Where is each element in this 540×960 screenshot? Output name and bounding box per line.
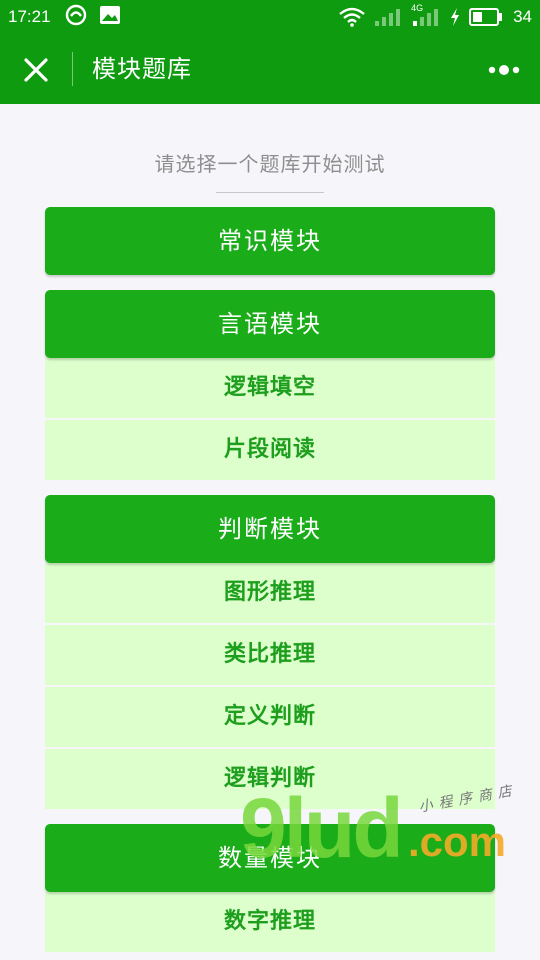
battery-level: 34 (513, 7, 532, 26)
status-time: 17:21 (8, 7, 51, 26)
select-prompt: 请选择一个题库开始测试 (154, 152, 386, 176)
nav-bar: 模块题库 (0, 34, 540, 104)
image-notification-icon (99, 5, 121, 30)
list-item-quantity-1[interactable]: 数字推理 (45, 892, 495, 952)
page-title: 模块题库 (92, 55, 192, 83)
signal-icon-sim2: 4G (411, 3, 441, 27)
more-icon[interactable] (488, 62, 522, 76)
module-button-common-sense[interactable]: 常识模块 (45, 207, 495, 275)
charging-icon (449, 7, 461, 27)
list-item-verbal-2[interactable]: 片段阅读 (45, 420, 495, 480)
battery-icon (469, 8, 503, 26)
status-bar: 17:21 4G 34 (0, 0, 540, 34)
list-item-judgment-2[interactable]: 类比推理 (45, 625, 495, 685)
wifi-icon (339, 7, 365, 27)
app-notification-icon (65, 4, 87, 31)
watermark-suffix: .com (408, 818, 507, 865)
nav-divider (72, 52, 73, 86)
network-type: 4G (411, 3, 424, 13)
list-item-verbal-1[interactable]: 逻辑填空 (45, 358, 495, 418)
watermark-logo: 9lud (240, 781, 404, 875)
signal-icon-sim1 (373, 7, 403, 27)
module-button-judgment[interactable]: 判断模块 (45, 495, 495, 563)
prompt-underline (216, 192, 324, 193)
close-icon[interactable] (22, 56, 50, 84)
list-item-judgment-1[interactable]: 图形推理 (45, 563, 495, 623)
module-button-verbal[interactable]: 言语模块 (45, 290, 495, 358)
list-item-judgment-3[interactable]: 定义判断 (45, 687, 495, 747)
